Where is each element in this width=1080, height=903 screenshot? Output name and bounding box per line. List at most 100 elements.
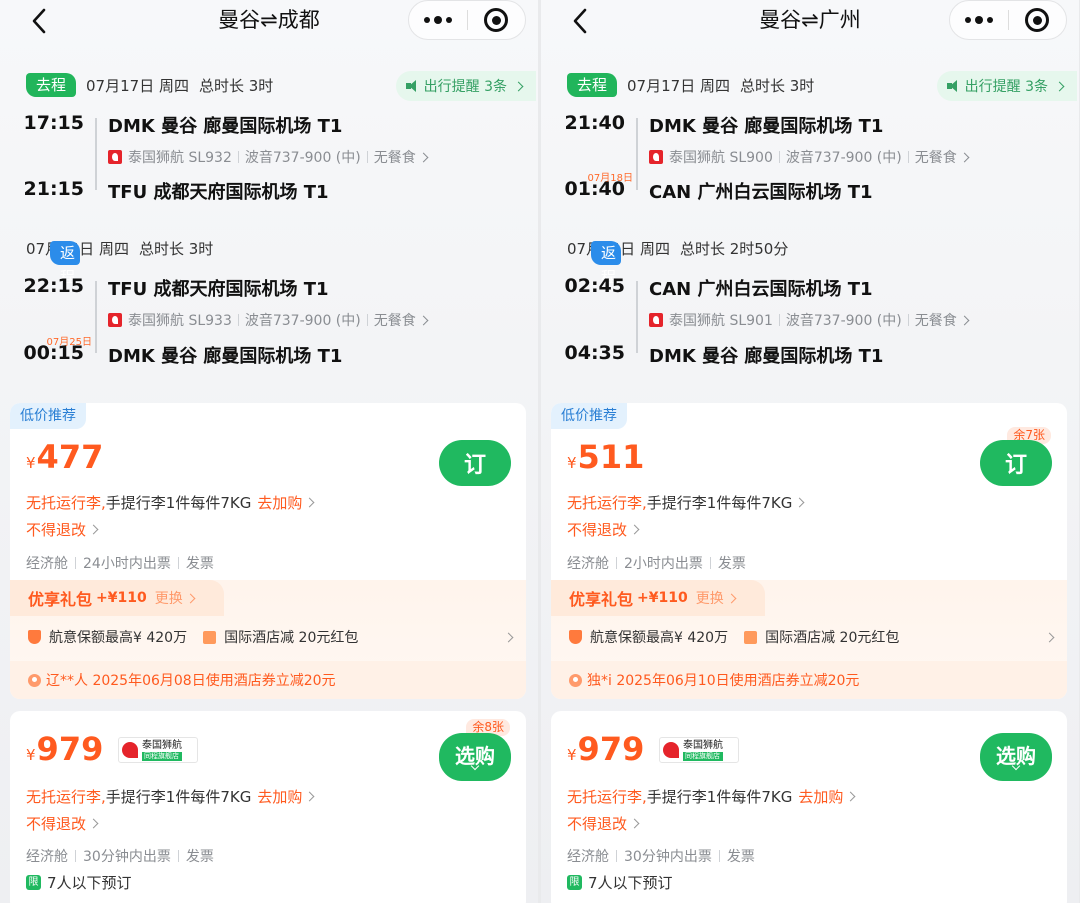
offer1-cabin-info: 经济舱 24小时内出票 发票 [26, 556, 214, 572]
offer1-refund-policy[interactable]: 不得退改 [26, 519, 99, 540]
outbound-duration: 总时长 3时 [739, 76, 815, 95]
chevron-right-icon [304, 791, 315, 802]
booking-limit: 限 7人以下预订 [26, 872, 132, 893]
chevron-right-icon [185, 593, 196, 603]
return-airline: 泰国狮航 SL933 [128, 313, 232, 329]
airline-logo-icon [108, 313, 122, 327]
offer1-price: ¥511 [567, 438, 645, 476]
chevron-right-icon [794, 497, 805, 508]
offer2-baggage[interactable]: 无托运行李, 手提行李1件每件7KG 去加购 [567, 786, 856, 807]
travel-reminder-button[interactable]: 出行提醒 3条 [395, 71, 536, 101]
outbound-arr-airport: TFU 成都天府国际机场 T1 [108, 182, 329, 203]
outbound-header: 去程 07月17日 周四 总时长 3时 [567, 72, 814, 98]
offer-card-low-price[interactable]: 低价推荐 ¥477 订 无托运行李, 手提行李1件每件7KG 去加购 不得退改 经济… [10, 403, 526, 699]
offer2-baggage[interactable]: 无托运行李, 手提行李1件每件7KG 去加购 [26, 786, 315, 807]
low-price-tag: 低价推荐 [551, 403, 627, 429]
screenshot-root: 曼谷⇌成都 出行提醒 3条 去程 07月17日 周四 总时长 3时 17:15 … [0, 0, 1080, 903]
outbound-flight-info[interactable]: 泰国狮航 SL900 波音737-900 (中) 无餐食 [649, 147, 970, 167]
outbound-duration: 总时长 3时 [198, 76, 274, 95]
chevron-right-icon [88, 524, 99, 535]
change-gift-link[interactable]: 更换 [696, 588, 737, 608]
hotel-coupon-notice: 独*i 2025年06月10日使用酒店券立减20元 [551, 661, 1067, 699]
return-header: 返程 07月24日 周四 总时长 3时 [26, 235, 213, 287]
chevron-right-icon [304, 497, 315, 508]
travel-reminder-button[interactable]: 出行提醒 3条 [936, 71, 1077, 101]
offer2-cabin-info: 经济舱 30分钟内出票 发票 [567, 849, 755, 865]
outbound-header: 去程 07月17日 周四 总时长 3时 [26, 72, 273, 98]
outbound-aircraft: 波音737-900 (中) [244, 150, 361, 166]
gift-package-tab: 优享礼包 +¥110 更换 [10, 580, 224, 616]
return-duration: 总时长 2时50分 [679, 239, 789, 258]
return-flight-info[interactable]: 泰国狮航 SL901 波音737-900 (中) 无餐食 [649, 310, 970, 330]
offer-card-flagship[interactable]: ¥979 泰国狮航 同程旗舰店 余8张 选购 无托运行李, 手提行李1件每件7KG 去… [10, 711, 526, 903]
gift-items[interactable]: 航意保额最高¥ 420万 国际酒店减 20元红包 [569, 624, 1055, 650]
more-options-icon[interactable] [409, 16, 467, 24]
return-arr-time: 00:15 [23, 342, 84, 364]
chevron-right-icon [959, 152, 970, 162]
outbound-airline: 泰国狮航 SL932 [128, 150, 232, 166]
select-buy-button[interactable]: 选购 [439, 733, 511, 781]
offer2-cabin-info: 经济舱 30分钟内出票 发票 [26, 849, 214, 865]
add-baggage-link[interactable]: 去加购 [257, 786, 302, 807]
return-meal: 无餐食 [914, 313, 957, 329]
return-aircraft: 波音737-900 (中) [785, 313, 902, 329]
outbound-route-line [95, 118, 97, 190]
offer1-baggage[interactable]: 无托运行李, 手提行李1件每件7KG [567, 492, 805, 513]
return-route-line [636, 281, 638, 353]
close-target-icon[interactable] [1009, 8, 1066, 32]
outbound-dep-time: 17:15 [23, 112, 84, 134]
chevron-right-icon [418, 152, 429, 162]
flight-detail-panel: 曼谷⇌成都 出行提醒 3条 去程 07月17日 周四 总时长 3时 17:15 … [0, 0, 538, 903]
outbound-arr-time: 01:40 [564, 178, 625, 200]
gift-items[interactable]: 航意保额最高¥ 420万 国际酒店减 20元红包 [28, 624, 514, 650]
outbound-tag: 去程 [567, 73, 618, 97]
add-baggage-link[interactable]: 去加购 [798, 786, 843, 807]
airline-logo-icon [663, 742, 679, 758]
airline-logo-icon [649, 313, 663, 327]
more-options-icon[interactable] [950, 16, 1008, 24]
gift-package[interactable]: 优享礼包 +¥110 更换 航意保额最高¥ 420万 国际酒店减 20元红包 辽… [10, 580, 526, 699]
airline-logo-icon [122, 742, 138, 758]
chevron-right-icon [629, 524, 640, 535]
chevron-right-icon [959, 315, 970, 325]
outbound-date: 07月17日 周四 [627, 76, 730, 95]
add-baggage-link[interactable]: 去加购 [257, 492, 302, 513]
offer-card-flagship[interactable]: ¥979 泰国狮航 同程旗舰店 选购 无托运行李, 手提行李1件每件7KG 去加购 不… [551, 711, 1067, 903]
offer1-baggage[interactable]: 无托运行李, 手提行李1件每件7KG 去加购 [26, 492, 315, 513]
return-flight-info[interactable]: 泰国狮航 SL933 波音737-900 (中) 无餐食 [108, 310, 429, 330]
gift-package[interactable]: 优享礼包 +¥110 更换 航意保额最高¥ 420万 国际酒店减 20元红包 独… [551, 580, 1067, 699]
outbound-meal: 无餐食 [914, 150, 957, 166]
return-arr-airport: DMK 曼谷 廊曼国际机场 T1 [649, 346, 884, 367]
close-target-icon[interactable] [468, 8, 525, 32]
outbound-flight-info[interactable]: 泰国狮航 SL932 波音737-900 (中) 无餐食 [108, 147, 429, 167]
flight-detail-panel: 曼谷⇌广州 出行提醒 3条 去程 07月17日 周四 总时长 3时 21:40 … [541, 0, 1079, 903]
hotel-icon [203, 630, 217, 644]
hotel-icon [744, 630, 758, 644]
chevron-right-icon [418, 315, 429, 325]
airline-flagship-badge: 泰国狮航 同程旗舰店 [118, 737, 198, 763]
offer2-refund-policy[interactable]: 不得退改 [567, 813, 640, 834]
reminder-label: 出行提醒 3条 [964, 79, 1048, 95]
outbound-dep-airport: DMK 曼谷 廊曼国际机场 T1 [649, 116, 884, 137]
gift-package-tab: 优享礼包 +¥110 更换 [551, 580, 765, 616]
airline-logo-icon [649, 150, 663, 164]
select-buy-button[interactable]: 选购 [980, 733, 1052, 781]
outbound-date: 07月17日 周四 [86, 76, 189, 95]
offer2-price: ¥979 [26, 730, 104, 768]
offer1-refund-policy[interactable]: 不得退改 [567, 519, 640, 540]
hotel-coupon-notice: 辽**人 2025年06月08日使用酒店券立减20元 [10, 661, 526, 699]
change-gift-link[interactable]: 更换 [155, 588, 196, 608]
book-button[interactable]: 订 [439, 440, 511, 486]
return-meal: 无餐食 [373, 313, 416, 329]
book-button[interactable]: 订 [980, 440, 1052, 486]
offer2-refund-policy[interactable]: 不得退改 [26, 813, 99, 834]
offer-card-low-price[interactable]: 低价推荐 ¥511 余7张 订 无托运行李, 手提行李1件每件7KG 不得退改 经… [551, 403, 1067, 699]
gift-insurance: 航意保额最高¥ 420万 [590, 630, 729, 646]
limit-badge: 限 [567, 875, 582, 890]
airline-logo-icon [108, 150, 122, 164]
chevron-right-icon [726, 593, 737, 603]
gift-hotel: 国际酒店减 20元红包 [765, 630, 900, 646]
low-price-tag: 低价推荐 [10, 403, 86, 429]
gift-insurance: 航意保额最高¥ 420万 [49, 630, 188, 646]
limit-badge: 限 [26, 875, 41, 890]
